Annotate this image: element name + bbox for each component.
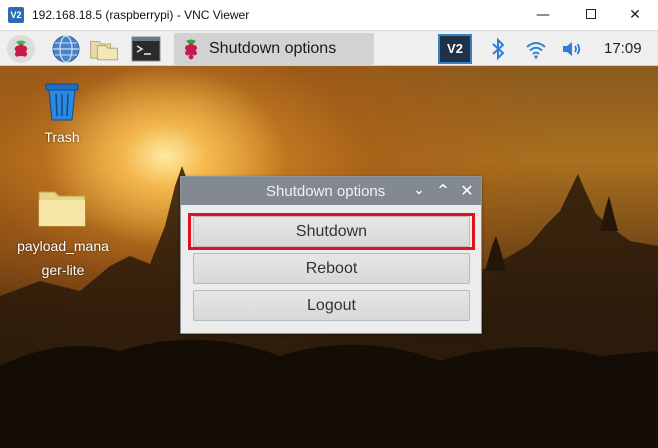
- desktop-icon-label-line-2: ger-lite: [41, 262, 85, 278]
- maximize-icon: [586, 8, 596, 19]
- vnc-server-tray-icon[interactable]: V2: [438, 34, 472, 64]
- window-title: 192.168.18.5 (raspberrypi) - VNC Viewer: [32, 8, 250, 22]
- bluetooth-icon[interactable]: [486, 37, 510, 61]
- dialog-titlebar[interactable]: Shutdown options ⌄ ^ ✕: [181, 177, 481, 205]
- shutdown-options-dialog: Shutdown options ⌄ ^ ✕ Shutdown Reboot L…: [180, 176, 482, 334]
- desktop-icon-label: Trash: [44, 129, 80, 145]
- web-browser-icon[interactable]: [51, 34, 81, 64]
- close-window-button[interactable]: ✕: [614, 2, 656, 28]
- shutdown-button[interactable]: Shutdown: [193, 216, 470, 247]
- clock[interactable]: 17:09: [604, 40, 642, 57]
- taskbar-item-shutdown-options[interactable]: Shutdown options: [174, 33, 374, 65]
- wifi-icon[interactable]: [524, 37, 548, 61]
- taskbar: Shutdown options V2 17:09: [0, 31, 658, 66]
- dialog-minimize-button[interactable]: ⌄: [409, 181, 429, 201]
- folder-icon: [38, 191, 86, 227]
- desktop-icon-payload-folder[interactable]: payload_mana ger-lite: [4, 186, 122, 281]
- terminal-icon[interactable]: [131, 34, 161, 64]
- desktop-icon-trash[interactable]: Trash: [30, 80, 94, 145]
- volume-icon[interactable]: [560, 37, 584, 61]
- raspberry-icon: [185, 39, 197, 60]
- desktop-icon-label-line-1: payload_mana: [17, 238, 109, 254]
- vnc-window-titlebar[interactable]: V2 192.168.18.5 (raspberrypi) - VNC View…: [0, 0, 658, 31]
- maximize-button[interactable]: [570, 2, 612, 28]
- taskbar-item-label: Shutdown options: [209, 40, 337, 57]
- dialog-title: Shutdown options: [266, 183, 386, 200]
- raspberry-menu-icon[interactable]: [6, 34, 36, 64]
- dialog-maximize-button[interactable]: ^: [433, 181, 453, 201]
- minimize-button[interactable]: —: [522, 2, 564, 28]
- logout-button[interactable]: Logout: [193, 290, 470, 321]
- vnc-viewer-logo-icon: V2: [8, 7, 24, 23]
- trash-icon: [45, 83, 79, 121]
- dialog-close-button[interactable]: ✕: [457, 181, 477, 201]
- reboot-button[interactable]: Reboot: [193, 253, 470, 284]
- file-manager-icon[interactable]: [89, 34, 119, 64]
